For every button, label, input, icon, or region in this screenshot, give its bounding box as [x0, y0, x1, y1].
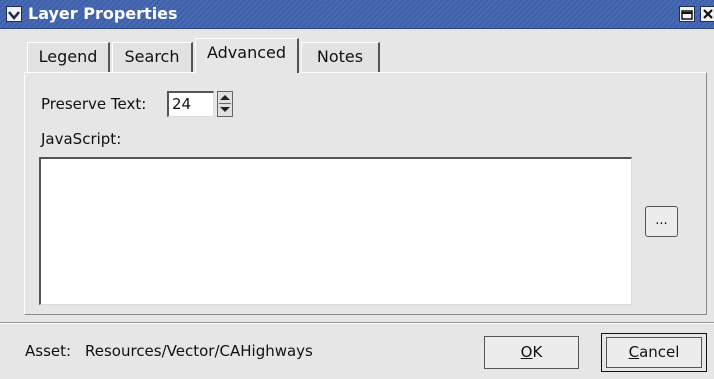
javascript-label: JavaScript:	[41, 130, 122, 148]
arrow-up-icon	[220, 95, 230, 100]
tab-legend[interactable]: Legend	[27, 42, 110, 72]
cancel-mnemonic: C	[628, 343, 640, 361]
asset-path: Resources/Vector/CAHighways	[85, 342, 313, 360]
window-title: Layer Properties	[28, 4, 178, 23]
spin-up-button[interactable]	[219, 92, 231, 104]
chevron-down-icon	[8, 11, 20, 20]
preserve-text-spinbox[interactable]: 24	[167, 91, 214, 117]
ok-button[interactable]: OK	[484, 336, 579, 369]
tab-notes[interactable]: Notes	[301, 42, 380, 72]
asset-label: Asset:	[25, 342, 72, 360]
spin-down-button[interactable]	[219, 104, 231, 115]
browse-button[interactable]: ...	[645, 206, 678, 237]
footer-separator	[0, 322, 714, 324]
close-button[interactable]	[700, 6, 714, 22]
maximize-icon	[681, 10, 693, 20]
cancel-button[interactable]: Cancel	[606, 337, 702, 368]
ok-mnemonic: O	[520, 343, 533, 361]
arrow-down-icon	[220, 107, 230, 112]
preserve-text-stepper[interactable]	[217, 91, 233, 117]
cancel-label: ancel	[639, 343, 680, 361]
window-menu-button[interactable]	[6, 6, 22, 22]
tab-advanced[interactable]: Advanced	[195, 38, 299, 73]
close-icon	[703, 9, 713, 19]
maximize-button[interactable]	[679, 6, 695, 22]
ok-label: K	[532, 343, 543, 361]
tab-search[interactable]: Search	[112, 42, 193, 72]
layer-properties-dialog: Layer Properties Legend Search Advanced …	[0, 0, 714, 379]
title-bar[interactable]: Layer Properties	[0, 0, 714, 29]
preserve-text-label: Preserve Text:	[41, 95, 147, 113]
javascript-textarea[interactable]	[39, 157, 632, 305]
